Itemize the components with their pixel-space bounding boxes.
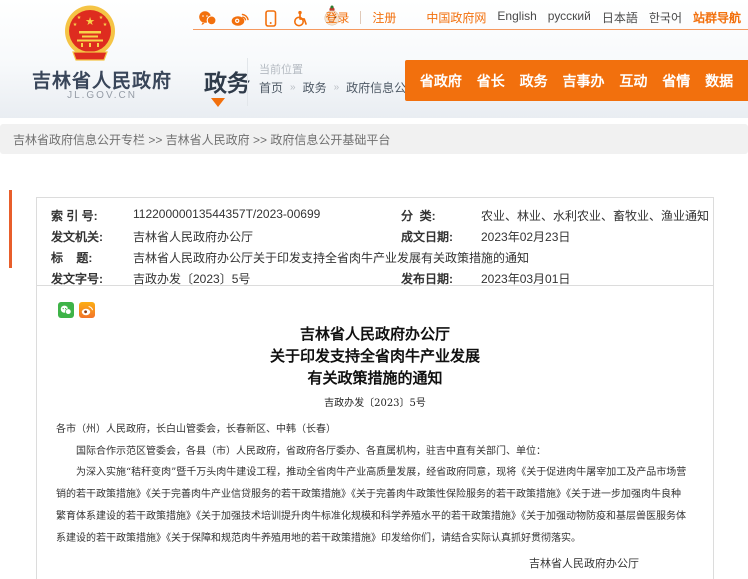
article-body-line: 为深入实施“秸秆变肉”暨千万头肉牛建设工程，推动全省肉牛产业高质量发展，经省政府… [56,462,694,484]
login-link[interactable]: 登录 [325,9,349,26]
login-divider [360,11,361,24]
article-title-line: 吉林省人民政府办公厅 [37,323,713,345]
svg-text:★: ★ [99,15,104,21]
index-number-value: 11220000013544357T/2023-00699 [133,207,401,221]
site-domain: JL.GOV.CN [18,90,186,101]
wechat-icon[interactable] [198,10,217,27]
register-link[interactable]: 注册 [372,9,396,26]
national-emblem-logo: ★ ★ ★ ★ ★ [62,4,118,66]
svg-text:★: ★ [85,16,95,28]
meta-row-index-category: 索 引 号: 11220000013544357T/2023-00699 分 类… [37,205,713,226]
article-body-line: 繁育体系建设的若干政策措施》《关于加强技术培训提升肉牛标准化规模和科学养殖水平的… [56,506,694,528]
issuer-label: 发文机关: [51,228,133,245]
site-name: 吉林省人民政府 [18,66,186,93]
svg-text:★: ★ [77,15,82,21]
doc-title-value: 吉林省人民政府办公厅关于印发支持全省肉牛产业发展有关政策措施的通知 [133,249,713,266]
date-written-label: 成文日期: [401,228,481,245]
issuer-value: 吉林省人民政府办公厅 [133,228,401,245]
left-accent-bar [9,190,12,268]
lang-links: 中国政府网 English русский 日本語 한국어 站群导航 [426,9,741,26]
breadcrumb-separator: » [290,82,296,93]
vertical-divider [247,58,248,106]
article-title-line: 关于印发支持全省肉牛产业发展 [37,345,713,367]
wechat-share-icon[interactable] [58,302,74,318]
mobile-icon[interactable] [263,10,278,27]
info-path-bar: 吉林省政府信息公开专栏 >> 吉林省人民政府 >> 政府信息公开基础平台 [0,124,748,154]
breadcrumb: 首页 » 政务 » 政府信息公开 » [259,79,418,96]
utility-underline [193,29,748,30]
info-path-text: 吉林省政府信息公开专栏 >> 吉林省人民政府 >> 政府信息公开基础平台 [13,131,390,148]
topbar-link[interactable]: English [497,9,536,26]
article-body-line: 国际合作示范区管委会，各县（市）人民政府，省政府各厅委办、各直属机构，驻吉中直有… [56,441,694,463]
svg-text:★: ★ [73,22,78,28]
article-title-line: 有关政策措施的通知 [37,367,713,389]
nav-item[interactable]: 省政府 [420,71,462,91]
doc-title-label: 标 题: [51,249,133,266]
article-body-line: 系建设的若干政策措施》《关于保障和规范肉牛养殖用地的若干政策措施》印发给你们，请… [56,528,694,550]
index-number-label: 索 引 号: [51,207,133,224]
share-buttons [58,302,713,318]
article-content: 吉林省人民政府办公厅 关于印发支持全省肉牛产业发展 有关政策措施的通知 吉政办发… [36,285,714,579]
topbar-link[interactable]: 站群导航 [693,9,741,26]
page: ★ ★ ★ ★ ★ 吉林省人民政府 JL.GOV.CN 政务 当前位置 首页 » [0,0,748,579]
nav-item[interactable]: 政务 [520,71,548,91]
topbar-link[interactable]: 한국어 [649,9,682,26]
weibo-share-icon[interactable] [79,302,95,318]
article-body: 各市（州）人民政府，长白山管委会，长春新区、中韩（长春） 国际合作示范区管委会，… [56,419,694,549]
utility-links: 登录 注册 中国政府网 English русский 日本語 한국어 站群导航 [325,9,741,26]
breadcrumb-link[interactable]: 首页 » [259,79,296,96]
topbar-link[interactable]: 日本語 [602,9,638,26]
accessibility-icon[interactable] [291,10,309,27]
main-nav: 省政府 省长 政务 吉事办 互动 省情 数据 [405,60,748,101]
breadcrumb-link[interactable]: 政务 » [303,79,340,96]
date-written-value: 2023年02月23日 [481,228,713,245]
article-body-line: 各市（州）人民政府，长白山管委会，长春新区、中韩（长春） [56,419,694,441]
topbar-link[interactable]: русский [548,9,591,26]
category-label: 分 类: [401,207,481,224]
svg-text:★: ★ [103,22,108,28]
nav-item[interactable]: 互动 [619,71,647,91]
category-value: 农业、林业、水利农业、畜牧业、渔业通知 [481,207,713,224]
meta-row-issuer-date: 发文机关: 吉林省人民政府办公厅 成文日期: 2023年02月23日 [37,226,713,247]
meta-row-title: 标 题: 吉林省人民政府办公厅关于印发支持全省肉牛产业发展有关政策措施的通知 [37,247,713,268]
signature-org: 吉林省人民政府办公厅 [37,554,639,574]
document-meta-table: 索 引 号: 11220000013544357T/2023-00699 分 类… [36,197,714,296]
weibo-icon[interactable] [230,10,250,27]
triangle-down-icon [211,98,225,107]
article-body-line: 销的若干政策措施》《关于完善肉牛产业信贷服务的若干政策措施》《关于完善肉牛政策性… [56,484,694,506]
breadcrumb-separator: » [334,82,340,93]
article-title: 吉林省人民政府办公厅 关于印发支持全省肉牛产业发展 有关政策措施的通知 [37,323,713,389]
site-header: ★ ★ ★ ★ ★ 吉林省人民政府 JL.GOV.CN 政务 当前位置 首页 » [0,0,748,118]
nav-item[interactable]: 省长 [477,71,505,91]
article-doc-number: 吉政办发〔2023〕5号 [37,394,713,409]
topbar-link[interactable]: 中国政府网 [426,9,486,26]
nav-item[interactable]: 数据 [705,71,733,91]
nav-item[interactable]: 省情 [662,71,690,91]
nav-item[interactable]: 吉事办 [563,71,605,91]
utility-icons [198,5,342,27]
breadcrumb-label: 当前位置 [259,61,303,77]
section-title-zhengwu: 政务 [204,64,250,98]
